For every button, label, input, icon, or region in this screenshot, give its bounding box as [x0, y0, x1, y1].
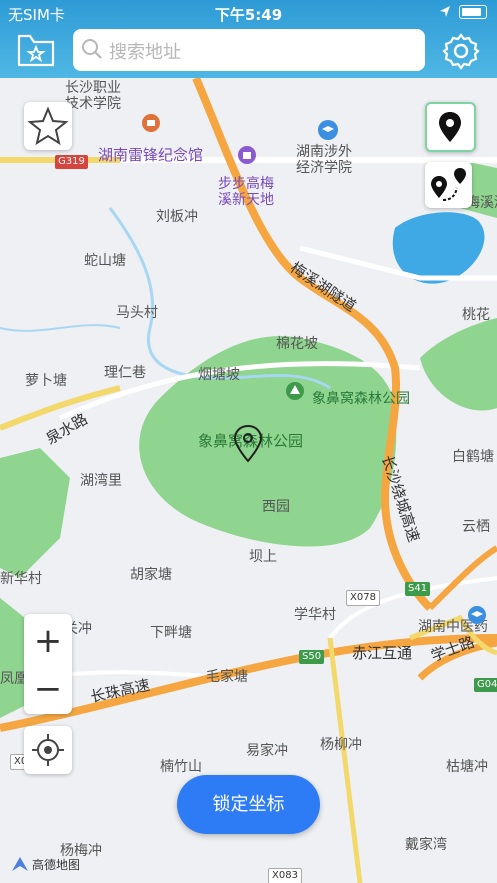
place-label: 胡家塘: [130, 567, 172, 583]
location-pin-icon: [233, 424, 263, 463]
search-icon: [82, 39, 102, 59]
place-label: 学华村: [294, 607, 336, 623]
place-label: 下畔塘: [150, 625, 192, 641]
road-shield: S41: [405, 582, 431, 596]
favorite-button[interactable]: [24, 102, 72, 150]
lock-coordinates-button[interactable]: 锁定坐标: [177, 775, 320, 834]
my-location-button[interactable]: [24, 726, 72, 774]
gear-icon[interactable]: [442, 32, 480, 70]
place-label: 白鹤塘: [452, 449, 494, 465]
search-input[interactable]: 搜索地址: [73, 29, 425, 71]
poi-xiangbi-park-small: 象鼻窝森林公园: [312, 391, 410, 407]
road-shield: S50: [299, 650, 325, 664]
route-pin-button[interactable]: [425, 162, 472, 208]
battery-icon: [459, 5, 487, 19]
park-icon: [286, 382, 304, 400]
interchange-label: 赤江互通: [352, 644, 413, 662]
place-label: 楠竹山: [160, 759, 202, 775]
place-label: 马头村: [116, 305, 158, 321]
place-label: 云栖: [462, 519, 490, 535]
zoom-control: + −: [24, 614, 72, 714]
amap-logo-text: 高德地图: [32, 857, 81, 872]
place-label: 易家冲: [246, 743, 288, 759]
poi-bubugao: 步步高梅 溪新天地: [218, 176, 274, 208]
location-arrow-icon: [440, 6, 450, 17]
road-shield: X083: [268, 868, 302, 883]
place-label: 棉花坡: [276, 336, 318, 352]
place-label: 枯塘冲: [446, 759, 488, 775]
memorial-icon: [142, 114, 160, 132]
poi-xiyuan: 西园: [262, 499, 290, 515]
map-pin-icon: [439, 112, 461, 142]
favorites-folder-icon[interactable]: [17, 32, 55, 68]
status-bar: 无SIM卡 下午5:49: [0, 0, 497, 28]
road-shield: G319: [55, 155, 88, 169]
poi-csvt: 长沙职业 技术学院: [65, 80, 121, 112]
place-label: 杨柳冲: [320, 737, 362, 753]
crosshair-icon: [32, 734, 64, 766]
place-label: 湖湾里: [80, 473, 122, 489]
search-placeholder: 搜索地址: [109, 42, 181, 63]
place-label: 刘板冲: [156, 209, 198, 225]
place-label: 坝上: [249, 549, 277, 565]
route-pins-icon: [431, 168, 466, 201]
road-shield: X078: [346, 590, 380, 606]
top-bar: 无SIM卡 下午5:49 搜索地址: [0, 0, 497, 78]
place-label: 桃花: [462, 307, 490, 323]
amap-logo: 高德地图: [10, 855, 80, 873]
place-label: 理仁巷: [104, 365, 146, 381]
place-label: 毛家塘: [206, 669, 248, 685]
status-icons: [439, 5, 487, 19]
place-label: 蛇山塘: [84, 253, 126, 269]
school-icon: [468, 606, 486, 624]
amap-logo-icon: [12, 857, 28, 871]
time-label: 下午5:49: [214, 6, 283, 24]
place-label: 新华村: [0, 571, 42, 587]
place-label: 戴家湾: [405, 837, 447, 853]
road-shield: G04: [474, 678, 497, 692]
poi-hunan-foreign: 湖南涉外 经济学院: [296, 144, 352, 176]
place-label: 萝卜塘: [25, 373, 67, 389]
star-icon: [27, 106, 69, 146]
zoom-out-button[interactable]: −: [24, 666, 72, 712]
school-icon: [318, 120, 338, 140]
map-view[interactable]: 长沙职业 技术学院 湖南雷锋纪念馆 步步高梅 溪新天地 湖南涉外 经济学院 象鼻窝森林…: [0, 78, 497, 883]
place-label: 烟塘坡: [198, 367, 240, 383]
single-pin-button[interactable]: [425, 102, 476, 152]
poi-leifeng: 湖南雷锋纪念馆: [98, 146, 204, 164]
shopping-icon: [238, 146, 256, 164]
zoom-in-button[interactable]: +: [24, 618, 72, 664]
